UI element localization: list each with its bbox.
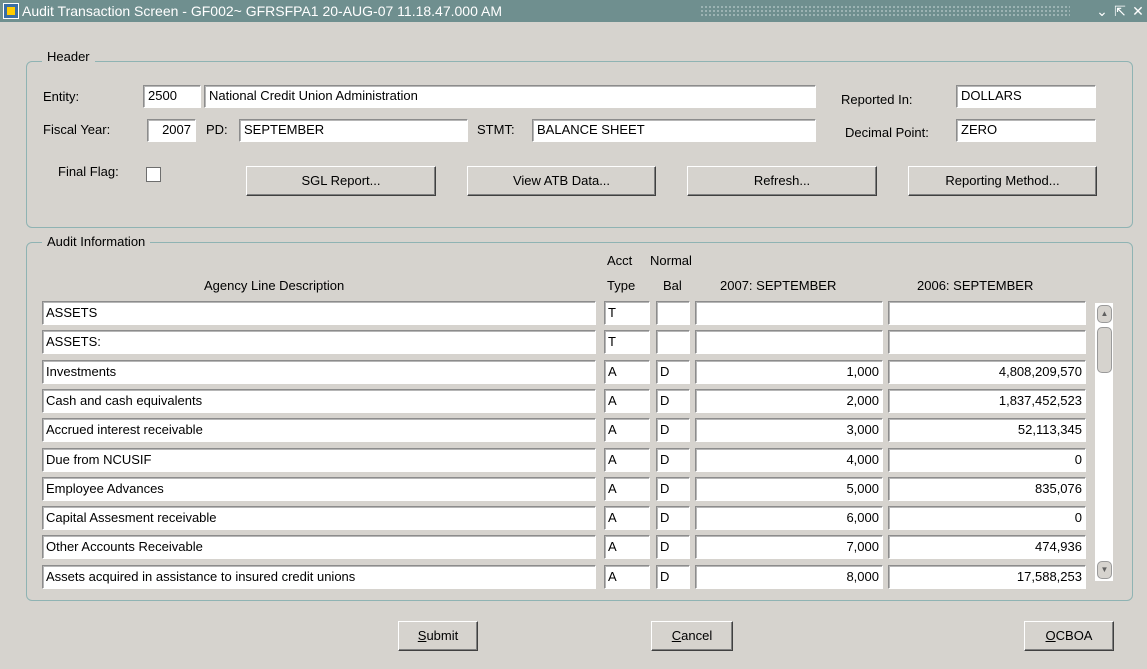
pd-label: PD: bbox=[206, 122, 228, 137]
reported-in-field[interactable]: DOLLARS bbox=[956, 85, 1096, 108]
submit-button[interactable]: Submit bbox=[398, 621, 478, 651]
sgl-report-button[interactable]: SGL Report... bbox=[246, 166, 436, 196]
submit-label: ubmit bbox=[426, 628, 459, 643]
refresh-button[interactable]: Refresh... bbox=[687, 166, 877, 196]
close-icon[interactable]: ✕ bbox=[1130, 2, 1146, 20]
row-acct-type-cell[interactable]: A bbox=[604, 448, 650, 472]
row-acct-type-cell[interactable]: A bbox=[604, 389, 650, 413]
cancel-label: ancel bbox=[681, 628, 713, 643]
col-acct-header-top: Acct bbox=[607, 253, 633, 268]
col-description-header: Agency Line Description bbox=[204, 278, 345, 293]
col-normal-header-bottom: Bal bbox=[663, 278, 682, 293]
row-prior-amount-cell[interactable]: 0 bbox=[888, 506, 1086, 530]
ocboa-label: CBOA bbox=[1055, 628, 1093, 643]
row-normal-bal-cell[interactable]: D bbox=[656, 418, 690, 442]
row-prior-amount-cell[interactable] bbox=[888, 330, 1086, 354]
row-prior-amount-cell[interactable]: 52,113,345 bbox=[888, 418, 1086, 442]
row-current-amount-cell[interactable]: 2,000 bbox=[695, 389, 883, 413]
scroll-down-icon[interactable]: ▼ bbox=[1097, 561, 1112, 579]
row-acct-type-cell[interactable]: A bbox=[604, 565, 650, 589]
pd-field[interactable]: SEPTEMBER bbox=[239, 119, 468, 142]
decimal-point-field[interactable]: ZERO bbox=[956, 119, 1096, 142]
audit-information-legend: Audit Information bbox=[42, 234, 151, 249]
decimal-point-label: Decimal Point: bbox=[845, 125, 929, 140]
row-description-cell[interactable]: Cash and cash equivalents bbox=[42, 389, 596, 413]
fiscal-year-label: Fiscal Year: bbox=[43, 122, 111, 137]
row-normal-bal-cell[interactable]: D bbox=[656, 389, 690, 413]
cancel-mnemonic: C bbox=[671, 628, 682, 643]
row-prior-amount-cell[interactable]: 17,588,253 bbox=[888, 565, 1086, 589]
col-current-period-header: 2007: SEPTEMBER bbox=[720, 278, 837, 293]
ocboa-button[interactable]: OCBOA bbox=[1024, 621, 1114, 651]
entity-name-field[interactable]: National Credit Union Administration bbox=[204, 85, 816, 108]
entity-code-field[interactable]: 2500 bbox=[143, 85, 201, 108]
row-acct-type-cell[interactable]: A bbox=[604, 418, 650, 442]
row-current-amount-cell[interactable]: 4,000 bbox=[695, 448, 883, 472]
maximize-icon[interactable]: ⇱ bbox=[1112, 2, 1128, 20]
row-acct-type-cell[interactable]: A bbox=[604, 360, 650, 384]
vertical-scrollbar[interactable]: ▲ ▼ bbox=[1094, 302, 1114, 582]
cancel-button[interactable]: Cancel bbox=[651, 621, 733, 651]
app-icon bbox=[3, 3, 19, 19]
row-acct-type-cell[interactable]: A bbox=[604, 477, 650, 501]
view-atb-data-button[interactable]: View ATB Data... bbox=[467, 166, 656, 196]
col-prior-period-header: 2006: SEPTEMBER bbox=[917, 278, 1034, 293]
row-normal-bal-cell[interactable]: D bbox=[656, 506, 690, 530]
row-description-cell[interactable]: Assets acquired in assistance to insured… bbox=[42, 565, 596, 589]
scroll-up-icon[interactable]: ▲ bbox=[1097, 305, 1112, 323]
row-description-cell[interactable]: ASSETS bbox=[42, 301, 596, 325]
row-description-cell[interactable]: Due from NCUSIF bbox=[42, 448, 596, 472]
row-prior-amount-cell[interactable]: 474,936 bbox=[888, 535, 1086, 559]
row-acct-type-cell[interactable]: A bbox=[604, 506, 650, 530]
row-prior-amount-cell[interactable]: 0 bbox=[888, 448, 1086, 472]
row-current-amount-cell[interactable]: 6,000 bbox=[695, 506, 883, 530]
row-current-amount-cell[interactable] bbox=[695, 330, 883, 354]
reporting-method-button[interactable]: Reporting Method... bbox=[908, 166, 1097, 196]
col-acct-header-bottom: Type bbox=[607, 278, 636, 293]
scroll-thumb[interactable] bbox=[1097, 327, 1112, 373]
row-description-cell[interactable]: Other Accounts Receivable bbox=[42, 535, 596, 559]
row-current-amount-cell[interactable]: 5,000 bbox=[695, 477, 883, 501]
title-bar[interactable]: Audit Transaction Screen - GF002~ GFRSFP… bbox=[0, 0, 1147, 22]
row-normal-bal-cell[interactable]: D bbox=[656, 360, 690, 384]
title-bar-texture bbox=[700, 5, 1070, 17]
stmt-label: STMT: bbox=[477, 122, 515, 137]
row-acct-type-cell[interactable]: T bbox=[604, 301, 650, 325]
row-prior-amount-cell[interactable] bbox=[888, 301, 1086, 325]
audit-transaction-window: Audit Transaction Screen - GF002~ GFRSFP… bbox=[0, 0, 1147, 669]
window-title: Audit Transaction Screen - GF002~ GFRSFP… bbox=[22, 3, 502, 19]
final-flag-label: Final Flag: bbox=[58, 164, 119, 179]
row-normal-bal-cell[interactable]: D bbox=[656, 448, 690, 472]
ocboa-mnemonic: O bbox=[1045, 628, 1056, 643]
row-prior-amount-cell[interactable]: 4,808,209,570 bbox=[888, 360, 1086, 384]
row-acct-type-cell[interactable]: A bbox=[604, 535, 650, 559]
col-normal-header-top: Normal bbox=[650, 253, 692, 268]
minimize-icon[interactable]: ⌄ bbox=[1094, 2, 1110, 20]
row-prior-amount-cell[interactable]: 835,076 bbox=[888, 477, 1086, 501]
row-normal-bal-cell[interactable] bbox=[656, 301, 690, 325]
stmt-field[interactable]: BALANCE SHEET bbox=[532, 119, 816, 142]
row-current-amount-cell[interactable]: 3,000 bbox=[695, 418, 883, 442]
row-current-amount-cell[interactable]: 1,000 bbox=[695, 360, 883, 384]
row-current-amount-cell[interactable]: 7,000 bbox=[695, 535, 883, 559]
row-current-amount-cell[interactable]: 8,000 bbox=[695, 565, 883, 589]
fiscal-year-field[interactable]: 2007 bbox=[147, 119, 196, 142]
row-normal-bal-cell[interactable]: D bbox=[656, 477, 690, 501]
row-normal-bal-cell[interactable] bbox=[656, 330, 690, 354]
header-legend: Header bbox=[42, 49, 95, 64]
row-normal-bal-cell[interactable]: D bbox=[656, 565, 690, 589]
row-description-cell[interactable]: Investments bbox=[42, 360, 596, 384]
entity-label: Entity: bbox=[43, 89, 80, 104]
row-acct-type-cell[interactable]: T bbox=[604, 330, 650, 354]
row-description-cell[interactable]: ASSETS: bbox=[42, 330, 596, 354]
final-flag-checkbox[interactable] bbox=[146, 167, 161, 182]
row-normal-bal-cell[interactable]: D bbox=[656, 535, 690, 559]
row-description-cell[interactable]: Capital Assesment receivable bbox=[42, 506, 596, 530]
row-description-cell[interactable]: Employee Advances bbox=[42, 477, 596, 501]
row-prior-amount-cell[interactable]: 1,837,452,523 bbox=[888, 389, 1086, 413]
row-description-cell[interactable]: Accrued interest receivable bbox=[42, 418, 596, 442]
reported-in-label: Reported In: bbox=[841, 92, 913, 107]
row-current-amount-cell[interactable] bbox=[695, 301, 883, 325]
